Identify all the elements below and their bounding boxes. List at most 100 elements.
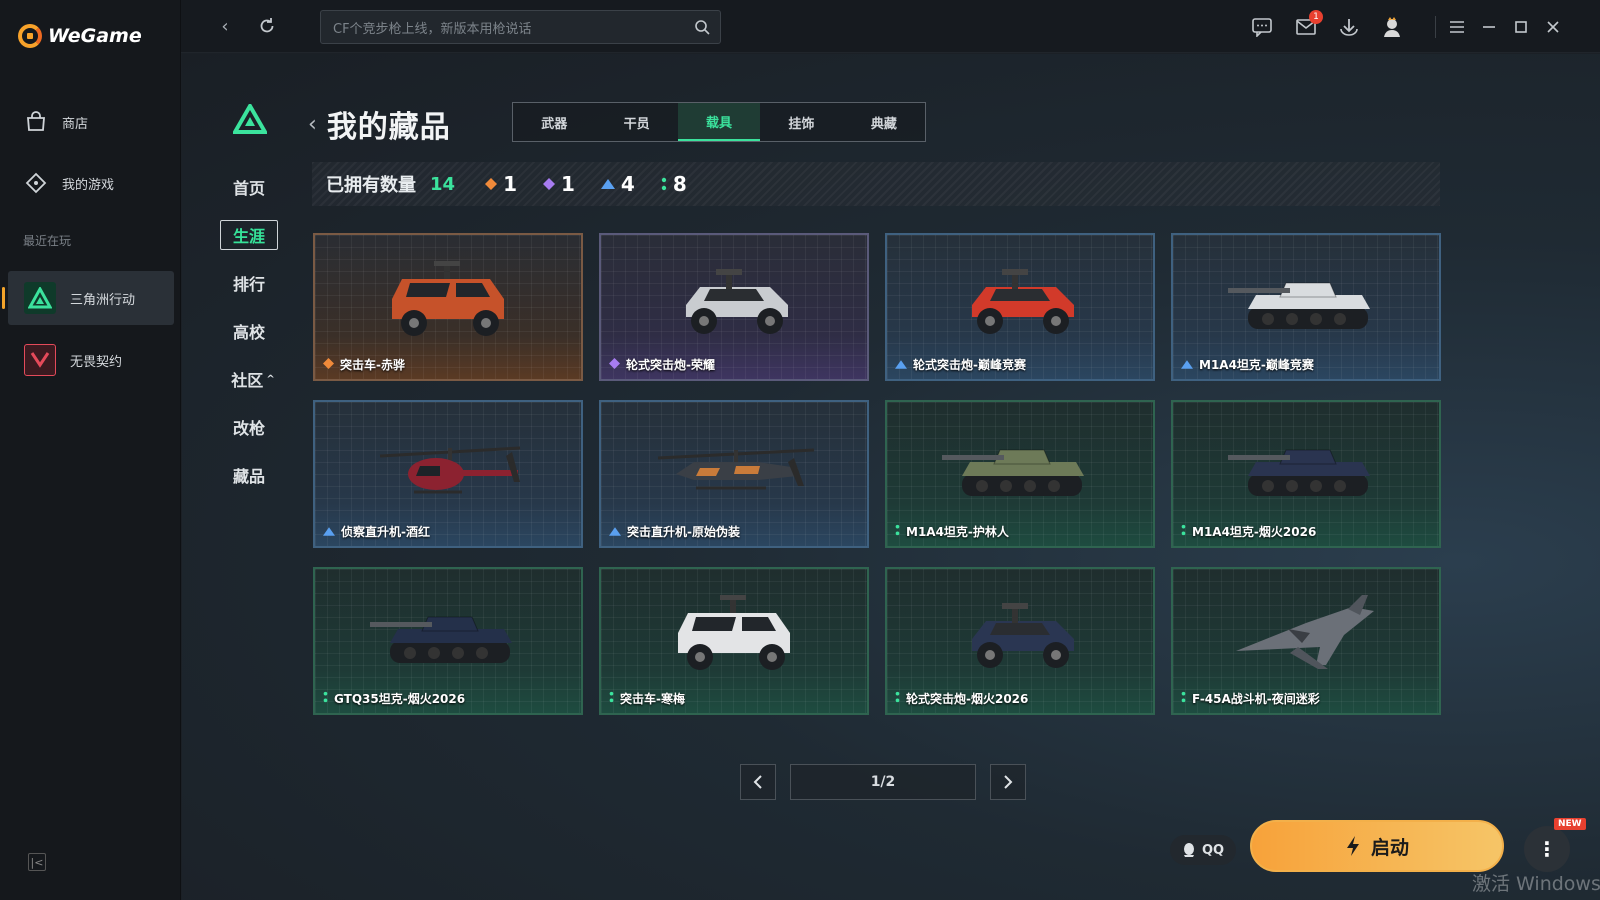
- owned-label: 已拥有数量: [326, 175, 416, 196]
- collection-item-card[interactable]: 突击直升机-原始伪装: [599, 400, 869, 548]
- subnav-label: 首页: [232, 179, 265, 198]
- launch-button[interactable]: 启动: [1250, 820, 1504, 872]
- download-icon[interactable]: [1336, 14, 1362, 40]
- collection-item-card[interactable]: 轮式突击炮-巅峰竞赛: [885, 233, 1155, 381]
- search-placeholder: CF个竞步枪上线，新版本用枪说话: [333, 21, 532, 37]
- collection-item-card[interactable]: GTQ35坦克-烟火2026: [313, 567, 583, 715]
- collapse-sidebar-icon[interactable]: |<: [28, 853, 46, 871]
- valorant-icon: [24, 344, 56, 376]
- launch-label: 启动: [1370, 836, 1409, 859]
- gamepad-icon: [24, 171, 48, 195]
- tab-collectibles[interactable]: 典藏: [843, 103, 925, 141]
- collection-item-card[interactable]: 突击车-赤骅: [313, 233, 583, 381]
- wegame-logo[interactable]: WeGame: [18, 24, 142, 48]
- collection-item-card[interactable]: 轮式突击炮-烟火2026: [885, 567, 1155, 715]
- sidebar-item-store[interactable]: 商店: [8, 95, 174, 149]
- item-caption: 突击直升机-原始伪装: [609, 523, 740, 540]
- close-icon[interactable]: [1540, 14, 1566, 40]
- page-header: ‹ 我的藏品: [308, 102, 451, 146]
- item-name: M1A4坦克-护林人: [906, 525, 1009, 539]
- sidebar-item-label: 我的游戏: [62, 177, 115, 193]
- subnav-gun-mod[interactable]: 改枪: [220, 412, 278, 442]
- app-name: WeGame: [48, 25, 142, 47]
- refresh-icon[interactable]: [255, 14, 279, 38]
- subnav-label: 社区: [231, 371, 264, 390]
- item-caption: F-45A战斗机-夜间迷彩: [1181, 690, 1320, 707]
- item-caption: M1A4坦克-巅峰竞赛: [1181, 356, 1314, 373]
- tank-icon: [370, 589, 530, 679]
- back-icon[interactable]: ‹: [213, 14, 237, 38]
- chevron-left-icon: [753, 775, 762, 789]
- search-icon[interactable]: [694, 19, 710, 39]
- item-caption: 侦察直升机-酒红: [323, 523, 430, 540]
- item-name: M1A4坦克-巅峰竞赛: [1199, 358, 1314, 372]
- item-name: 侦察直升机-酒红: [341, 525, 430, 539]
- avatar[interactable]: [1379, 14, 1405, 40]
- main-content: 首页 生涯 排行 高校 社区 ^ 改枪 藏品 ‹ 我的藏品 武器 干员 载具 挂饰…: [182, 54, 1600, 900]
- item-name: 轮式突击炮-荣耀: [626, 358, 715, 372]
- sidebar-item-label: 无畏契约: [70, 354, 123, 370]
- jet-icon: [1228, 589, 1388, 679]
- mail-icon[interactable]: 1: [1293, 10, 1323, 40]
- subnav-career[interactable]: 生涯: [220, 220, 278, 250]
- owned-total: 14: [430, 173, 456, 195]
- subnav-label: 高校: [232, 323, 265, 342]
- delta-force-logo-icon: [231, 101, 269, 138]
- collection-item-card[interactable]: M1A4坦克-巅峰竞赛: [1171, 233, 1441, 381]
- sidebar-item-my-games[interactable]: 我的游戏: [8, 156, 174, 210]
- buggy-icon: [942, 589, 1102, 679]
- collection-item-card[interactable]: M1A4坦克-护林人: [885, 400, 1155, 548]
- windows-activation-watermark: 激活 Windows: [1472, 873, 1600, 895]
- menu-icon[interactable]: [1444, 14, 1470, 40]
- rarity-blue-icon: [1181, 358, 1193, 372]
- game-sub-nav: 首页 生涯 排行 高校 社区 ^ 改枪 藏品: [182, 54, 302, 900]
- delta-force-icon: [24, 282, 56, 314]
- tab-operators[interactable]: 干员: [595, 103, 677, 141]
- qq-button[interactable]: QQ: [1170, 835, 1236, 865]
- chevron-up-icon: ^: [266, 373, 275, 385]
- recent-section-label: 最近在玩: [23, 234, 72, 248]
- rarity-green-icon: [1181, 524, 1186, 539]
- collection-item-card[interactable]: F-45A战斗机-夜间迷彩: [1171, 567, 1441, 715]
- buggy-icon: [942, 255, 1102, 345]
- collection-item-card[interactable]: 侦察直升机-酒红: [313, 400, 583, 548]
- minimize-icon[interactable]: [1476, 14, 1502, 40]
- item-name: GTQ35坦克-烟火2026: [334, 692, 466, 706]
- next-page-button[interactable]: [990, 764, 1026, 800]
- subnav-collection[interactable]: 藏品: [220, 460, 278, 490]
- sidebar: WeGame 商店 我的游戏 最近在玩 三角洲行动 无畏契约 |<: [0, 0, 181, 900]
- chat-icon[interactable]: [1249, 14, 1275, 40]
- item-caption: 轮式突击炮-荣耀: [609, 356, 715, 373]
- rarity-blue-icon: [323, 525, 335, 539]
- item-grid: 突击车-赤骅 轮式突击炮-荣耀 轮式突击炮-巅峰竞赛 M1A4坦克-巅峰竞赛 侦…: [313, 233, 1441, 715]
- maximize-icon[interactable]: [1508, 14, 1534, 40]
- tank-icon: [1228, 422, 1388, 512]
- lightning-icon: [1346, 836, 1359, 856]
- sidebar-item-delta-force[interactable]: 三角洲行动: [2, 271, 174, 325]
- tab-vehicles[interactable]: 载具: [677, 103, 761, 141]
- item-name: 轮式突击炮-巅峰竞赛: [913, 358, 1026, 372]
- armored-car-icon: [370, 255, 530, 345]
- collection-tabs: 武器 干员 载具 挂饰 典藏: [512, 102, 926, 142]
- back-arrow-icon[interactable]: ‹: [308, 112, 317, 137]
- collection-item-card[interactable]: 突击车-寒梅: [599, 567, 869, 715]
- sidebar-item-valorant[interactable]: 无畏契约: [8, 333, 174, 387]
- collection-item-card[interactable]: M1A4坦克-烟火2026: [1171, 400, 1441, 548]
- heli-attack-icon: [656, 422, 816, 512]
- prev-page-button[interactable]: [740, 764, 776, 800]
- more-options-button[interactable]: ⋮: [1524, 826, 1570, 872]
- subnav-home[interactable]: 首页: [220, 172, 278, 202]
- tab-charms[interactable]: 挂饰: [760, 103, 842, 141]
- heli-small-icon: [370, 422, 530, 512]
- subnav-college[interactable]: 高校: [220, 316, 278, 346]
- rarity-count-orange: 1: [485, 172, 517, 196]
- subnav-label: 排行: [232, 275, 265, 294]
- rarity-green-icon: [323, 691, 328, 706]
- search-input[interactable]: CF个竞步枪上线，新版本用枪说话: [320, 10, 721, 44]
- item-caption: 突击车-寒梅: [609, 690, 685, 707]
- item-caption: M1A4坦克-烟火2026: [1181, 523, 1316, 540]
- collection-item-card[interactable]: 轮式突击炮-荣耀: [599, 233, 869, 381]
- subnav-ranking[interactable]: 排行: [220, 268, 278, 298]
- tab-weapons[interactable]: 武器: [513, 103, 595, 141]
- subnav-community[interactable]: 社区 ^: [224, 364, 282, 394]
